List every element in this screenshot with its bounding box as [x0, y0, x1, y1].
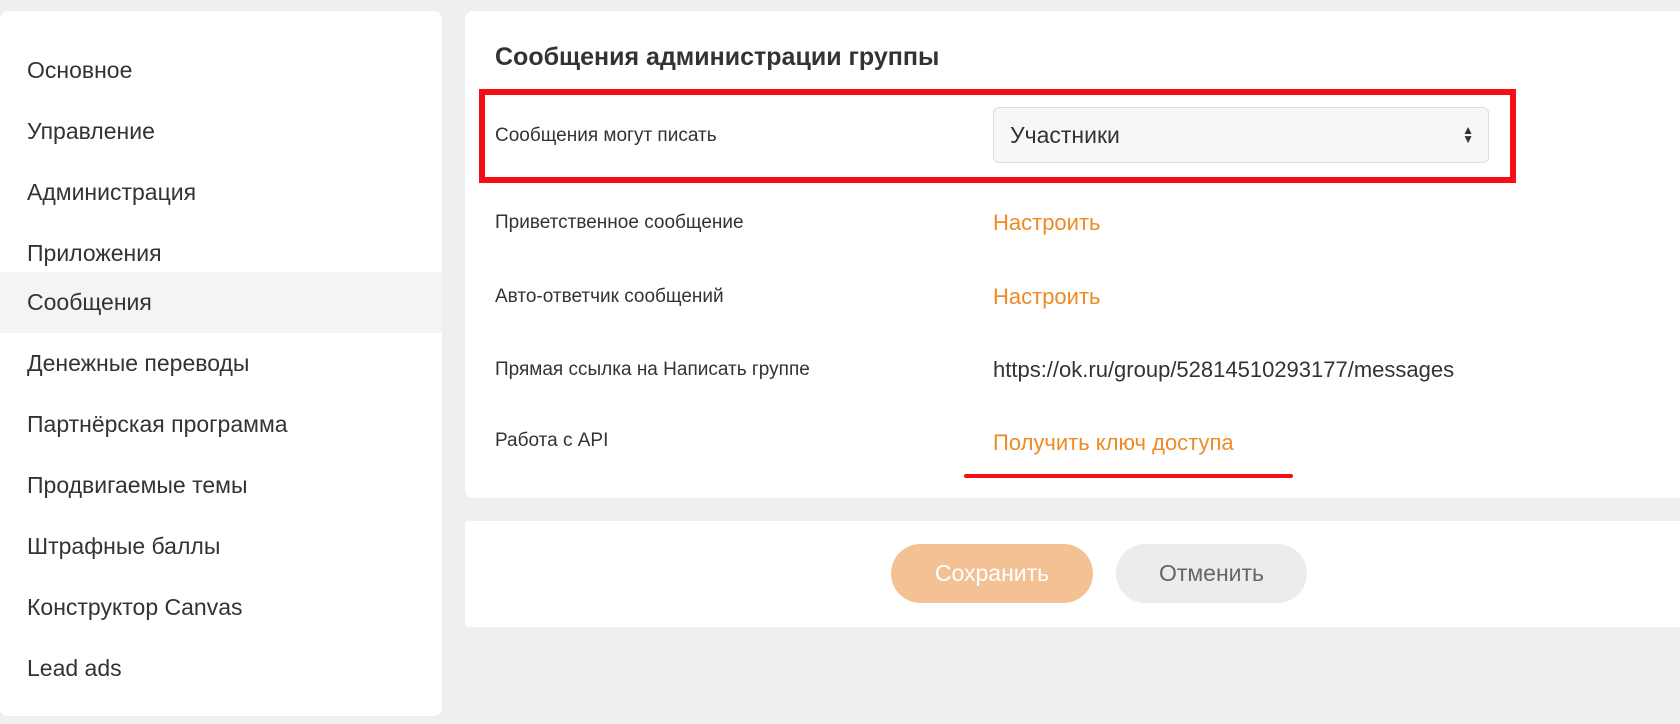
- who-can-message-select[interactable]: Участники ▲ ▼: [993, 107, 1489, 163]
- sidebar-item-messages[interactable]: Сообщения: [0, 272, 442, 333]
- sidebar-item-penalty-points[interactable]: Штрафные баллы: [0, 516, 442, 577]
- sidebar-item-lead-ads[interactable]: Lead ads: [0, 638, 442, 699]
- annotation-underline: [964, 474, 1293, 478]
- direct-link-url: https://ok.ru/group/52814510293177/messa…: [993, 357, 1455, 382]
- section-title: Сообщения администрации группы: [495, 43, 940, 71]
- sidebar-item-main[interactable]: Основное: [0, 40, 442, 101]
- select-value: Участники: [1010, 122, 1120, 148]
- auto-responder-configure-link[interactable]: Настроить: [993, 284, 1101, 310]
- messages-settings-panel: Сообщения администрации группы Сообщения…: [465, 11, 1680, 498]
- who-can-message-label: Сообщения могут писать: [495, 125, 717, 146]
- form-actions: Сохранить Отменить: [465, 521, 1680, 627]
- direct-link-label: Прямая ссылка на Написать группе: [495, 359, 810, 380]
- welcome-message-label: Приветственное сообщение: [495, 212, 744, 233]
- save-button[interactable]: Сохранить: [891, 544, 1093, 603]
- sidebar-item-partner-program[interactable]: Партнёрская программа: [0, 394, 442, 455]
- get-access-key-link[interactable]: Получить ключ доступа: [993, 430, 1234, 456]
- auto-responder-label: Авто-ответчик сообщений: [495, 286, 724, 307]
- select-arrows-icon: ▲ ▼: [1462, 123, 1474, 146]
- api-label: Работа с API: [495, 430, 609, 451]
- sidebar-item-canvas-builder[interactable]: Конструктор Canvas: [0, 577, 442, 638]
- cancel-button[interactable]: Отменить: [1116, 544, 1307, 603]
- sidebar-item-promoted-topics[interactable]: Продвигаемые темы: [0, 455, 442, 516]
- settings-sidebar: Основное Управление Администрация Прилож…: [0, 11, 442, 716]
- sidebar-item-money-transfers[interactable]: Денежные переводы: [0, 333, 442, 394]
- sidebar-item-administration[interactable]: Администрация: [0, 162, 442, 223]
- welcome-message-configure-link[interactable]: Настроить: [993, 210, 1101, 236]
- sidebar-item-management[interactable]: Управление: [0, 101, 442, 162]
